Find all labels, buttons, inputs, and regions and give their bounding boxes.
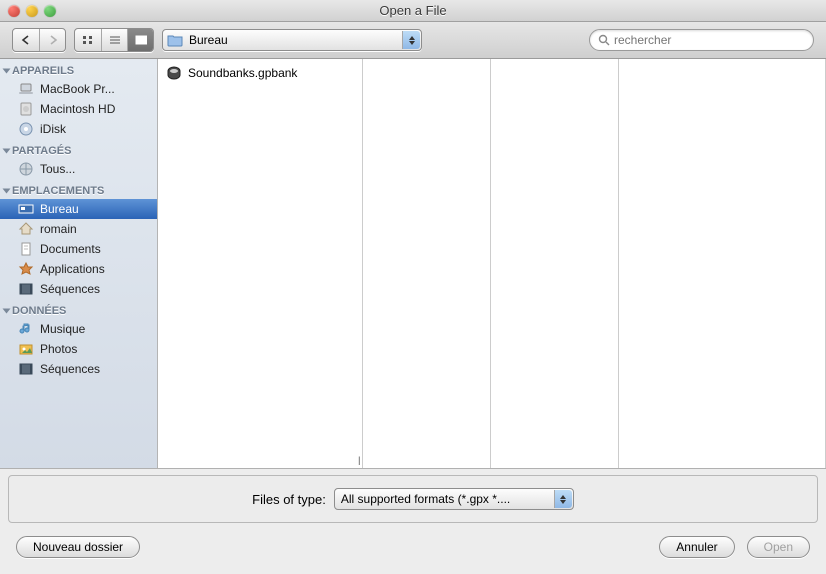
- path-stepper[interactable]: [402, 31, 420, 49]
- movies-icon: [18, 361, 34, 377]
- sidebar-item-label: romain: [40, 222, 77, 236]
- photos-icon: [18, 341, 34, 357]
- minimize-window-button[interactable]: [26, 5, 38, 17]
- search-icon: [598, 34, 610, 46]
- sidebar-item-s-quences[interactable]: Séquences: [0, 279, 157, 299]
- file-name: Soundbanks.gpbank: [188, 66, 297, 80]
- sidebar-item-label: Documents: [40, 242, 101, 256]
- toolbar: Bureau: [0, 22, 826, 59]
- list-view-button[interactable]: [101, 29, 127, 51]
- sidebar-item-label: Séquences: [40, 282, 100, 296]
- back-button[interactable]: [13, 29, 39, 51]
- desktop-icon: [18, 201, 34, 217]
- sidebar-item-musique[interactable]: Musique: [0, 319, 157, 339]
- sidebar-item-tous-[interactable]: Tous...: [0, 159, 157, 179]
- column-4[interactable]: [619, 59, 826, 468]
- disclosure-triangle-icon: [3, 189, 11, 194]
- open-button[interactable]: Open: [747, 536, 810, 558]
- globe-icon: [18, 161, 34, 177]
- search-field[interactable]: [589, 29, 814, 51]
- column-view-button[interactable]: [127, 29, 153, 51]
- sidebar: APPAREILS MacBook Pr... Macintosh HD iDisk P…: [0, 59, 158, 468]
- window-title: Open a File: [0, 3, 826, 18]
- sidebar-section-header[interactable]: APPAREILS: [0, 59, 157, 79]
- column-2[interactable]: [363, 59, 491, 468]
- new-folder-button[interactable]: Nouveau dossier: [16, 536, 140, 558]
- file-row[interactable]: Soundbanks.gpbank: [158, 63, 362, 83]
- forward-button[interactable]: [39, 29, 65, 51]
- file-icon: [166, 65, 182, 81]
- file-type-stepper[interactable]: [554, 490, 572, 508]
- sidebar-item-romain[interactable]: romain: [0, 219, 157, 239]
- sidebar-section-header[interactable]: DONNÉES: [0, 299, 157, 319]
- cancel-button[interactable]: Annuler: [659, 536, 734, 558]
- sidebar-item-label: Applications: [40, 262, 105, 276]
- hdd-icon: [18, 101, 34, 117]
- close-window-button[interactable]: [8, 5, 20, 17]
- sidebar-section-header[interactable]: PARTAGÉS: [0, 139, 157, 159]
- home-icon: [18, 221, 34, 237]
- column-resize-handle[interactable]: ||: [358, 455, 368, 467]
- docs-icon: [18, 241, 34, 257]
- sidebar-item-macbook-pr-[interactable]: MacBook Pr...: [0, 79, 157, 99]
- main-area: APPAREILS MacBook Pr... Macintosh HD iDisk P…: [0, 59, 826, 469]
- sidebar-section-header[interactable]: EMPLACEMENTS: [0, 179, 157, 199]
- window-controls: [8, 5, 56, 17]
- sidebar-item-s-quences[interactable]: Séquences: [0, 359, 157, 379]
- sidebar-item-label: Séquences: [40, 362, 100, 376]
- sidebar-item-macintosh-hd[interactable]: Macintosh HD: [0, 99, 157, 119]
- sidebar-item-label: Macintosh HD: [40, 102, 115, 116]
- file-type-selector[interactable]: All supported formats (*.gpx *....: [334, 488, 574, 510]
- button-bar: Nouveau dossier Annuler Open: [0, 523, 826, 571]
- sidebar-item-bureau[interactable]: Bureau: [0, 199, 157, 219]
- search-input[interactable]: [614, 33, 805, 47]
- disclosure-triangle-icon: [3, 149, 11, 154]
- section-title: DONNÉES: [12, 305, 66, 317]
- sidebar-item-photos[interactable]: Photos: [0, 339, 157, 359]
- column-3[interactable]: [491, 59, 619, 468]
- sidebar-item-label: Musique: [40, 322, 85, 336]
- sidebar-item-idisk[interactable]: iDisk: [0, 119, 157, 139]
- view-mode-buttons: [74, 28, 154, 52]
- music-icon: [18, 321, 34, 337]
- sidebar-item-documents[interactable]: Documents: [0, 239, 157, 259]
- titlebar: Open a File: [0, 0, 826, 22]
- sidebar-item-applications[interactable]: Applications: [0, 259, 157, 279]
- filter-bar: Files of type: All supported formats (*.…: [8, 475, 818, 523]
- file-type-label: Files of type:: [252, 492, 326, 507]
- path-selector[interactable]: Bureau: [162, 29, 422, 51]
- section-title: EMPLACEMENTS: [12, 185, 104, 197]
- idisk-icon: [18, 121, 34, 137]
- nav-buttons: [12, 28, 66, 52]
- sidebar-item-label: iDisk: [40, 122, 66, 136]
- zoom-window-button[interactable]: [44, 5, 56, 17]
- laptop-icon: [18, 81, 34, 97]
- movies-icon: [18, 281, 34, 297]
- sidebar-item-label: MacBook Pr...: [40, 82, 115, 96]
- column-browser: Soundbanks.gpbank ||: [158, 59, 826, 468]
- sidebar-item-label: Photos: [40, 342, 77, 356]
- path-label: Bureau: [189, 33, 228, 47]
- column-1[interactable]: Soundbanks.gpbank: [158, 59, 363, 468]
- folder-icon: [167, 33, 183, 47]
- section-title: APPAREILS: [12, 65, 74, 77]
- section-title: PARTAGÉS: [12, 145, 72, 157]
- icon-view-button[interactable]: [75, 29, 101, 51]
- disclosure-triangle-icon: [3, 69, 11, 74]
- sidebar-item-label: Tous...: [40, 162, 75, 176]
- sidebar-item-label: Bureau: [40, 202, 79, 216]
- file-type-value: All supported formats (*.gpx *....: [341, 492, 510, 506]
- disclosure-triangle-icon: [3, 309, 11, 314]
- apps-icon: [18, 261, 34, 277]
